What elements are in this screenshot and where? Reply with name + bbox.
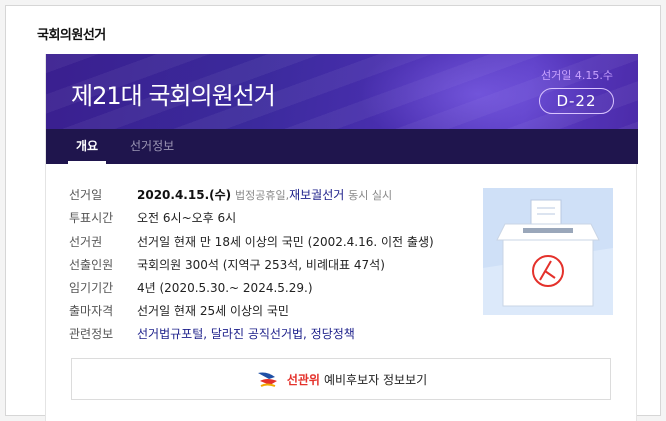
info-label: 선거일 (69, 188, 103, 202)
info-label: 출마자격 (69, 304, 114, 318)
ballot-box-icon (483, 188, 613, 315)
info-value: 선거일 현재 만 18세 이상의 국민 (2002.4.16. 이전 출생) (137, 235, 434, 249)
info-label: 관련정보 (69, 327, 114, 341)
info-label: 선거권 (69, 235, 103, 249)
dday-badge: D-22 (539, 88, 614, 114)
info-row-suffrage: 선거권 선거일 현재 만 18세 이상의 국민 (2002.4.16. 이전 출생… (69, 234, 434, 250)
banner-title: 제21대 국회의원선거 (71, 82, 276, 110)
info-value: 4년 (2020.5.30.~ 2024.5.29.) (137, 281, 313, 295)
info-row-seats: 선출인원 국회의원 300석 (지역구 253석, 비례대표 47석) (69, 257, 385, 273)
ballot-box-illustration (483, 188, 613, 315)
info-row-election-day: 선거일 2020.4.15.(수) 법정공휴일,재보궐선거 동시 실시 (69, 187, 392, 203)
simultaneous-note: 동시 실시 (348, 189, 393, 202)
election-date: 선거일 4.15.수 (541, 69, 613, 82)
info-value: 국회의원 300석 (지역구 253석, 비례대표 47석) (137, 258, 385, 272)
info-row-term: 임기기간 4년 (2020.5.30.~ 2024.5.29.) (69, 280, 313, 296)
holiday-note: 법정공휴일, (234, 189, 290, 202)
info-label: 투표시간 (69, 211, 114, 225)
party-policy-link[interactable]: 정당정책 (311, 327, 355, 341)
info-value: 오전 6시~오후 6시 (137, 211, 237, 225)
section-title: 국회의원선거 (37, 28, 106, 43)
nec-brand-label: 선관위 (286, 372, 320, 387)
tab-election-info[interactable]: 선거정보 (130, 129, 174, 164)
changed-election-law-link[interactable]: 달라진 공직선거법, (211, 327, 307, 341)
button-content: 선관위 예비후보자 정보보기 (255, 359, 427, 399)
info-row-related: 관련정보 선거법규포털, 달라진 공직선거법, 정당정책 (69, 326, 355, 342)
info-label: 임기기간 (69, 281, 114, 295)
election-date-value: 2020.4.15.(수) (137, 188, 232, 202)
info-label: 선출인원 (69, 258, 114, 272)
election-banner: 제21대 국회의원선거 선거일 4.15.수 D-22 개요 선거정보 (46, 54, 638, 164)
election-card: 제21대 국회의원선거 선거일 4.15.수 D-22 개요 선거정보 선거일 2… (45, 54, 638, 421)
info-value: 선거일 현재 25세 이상의 국민 (137, 304, 289, 318)
by-election-link[interactable]: 재보궐선거 (289, 188, 344, 202)
info-row-eligibility: 출마자격 선거일 현재 25세 이상의 국민 (69, 303, 289, 319)
tab-bar: 개요 선거정보 (46, 129, 638, 164)
info-row-voting-hours: 투표시간 오전 6시~오후 6시 (69, 210, 236, 226)
tab-overview[interactable]: 개요 (67, 129, 107, 164)
button-label: 예비후보자 정보보기 (323, 372, 428, 387)
preliminary-candidate-button[interactable]: 선관위 예비후보자 정보보기 (71, 358, 611, 400)
nec-logo-icon (257, 372, 277, 387)
election-law-portal-link[interactable]: 선거법규포털, (137, 327, 207, 341)
